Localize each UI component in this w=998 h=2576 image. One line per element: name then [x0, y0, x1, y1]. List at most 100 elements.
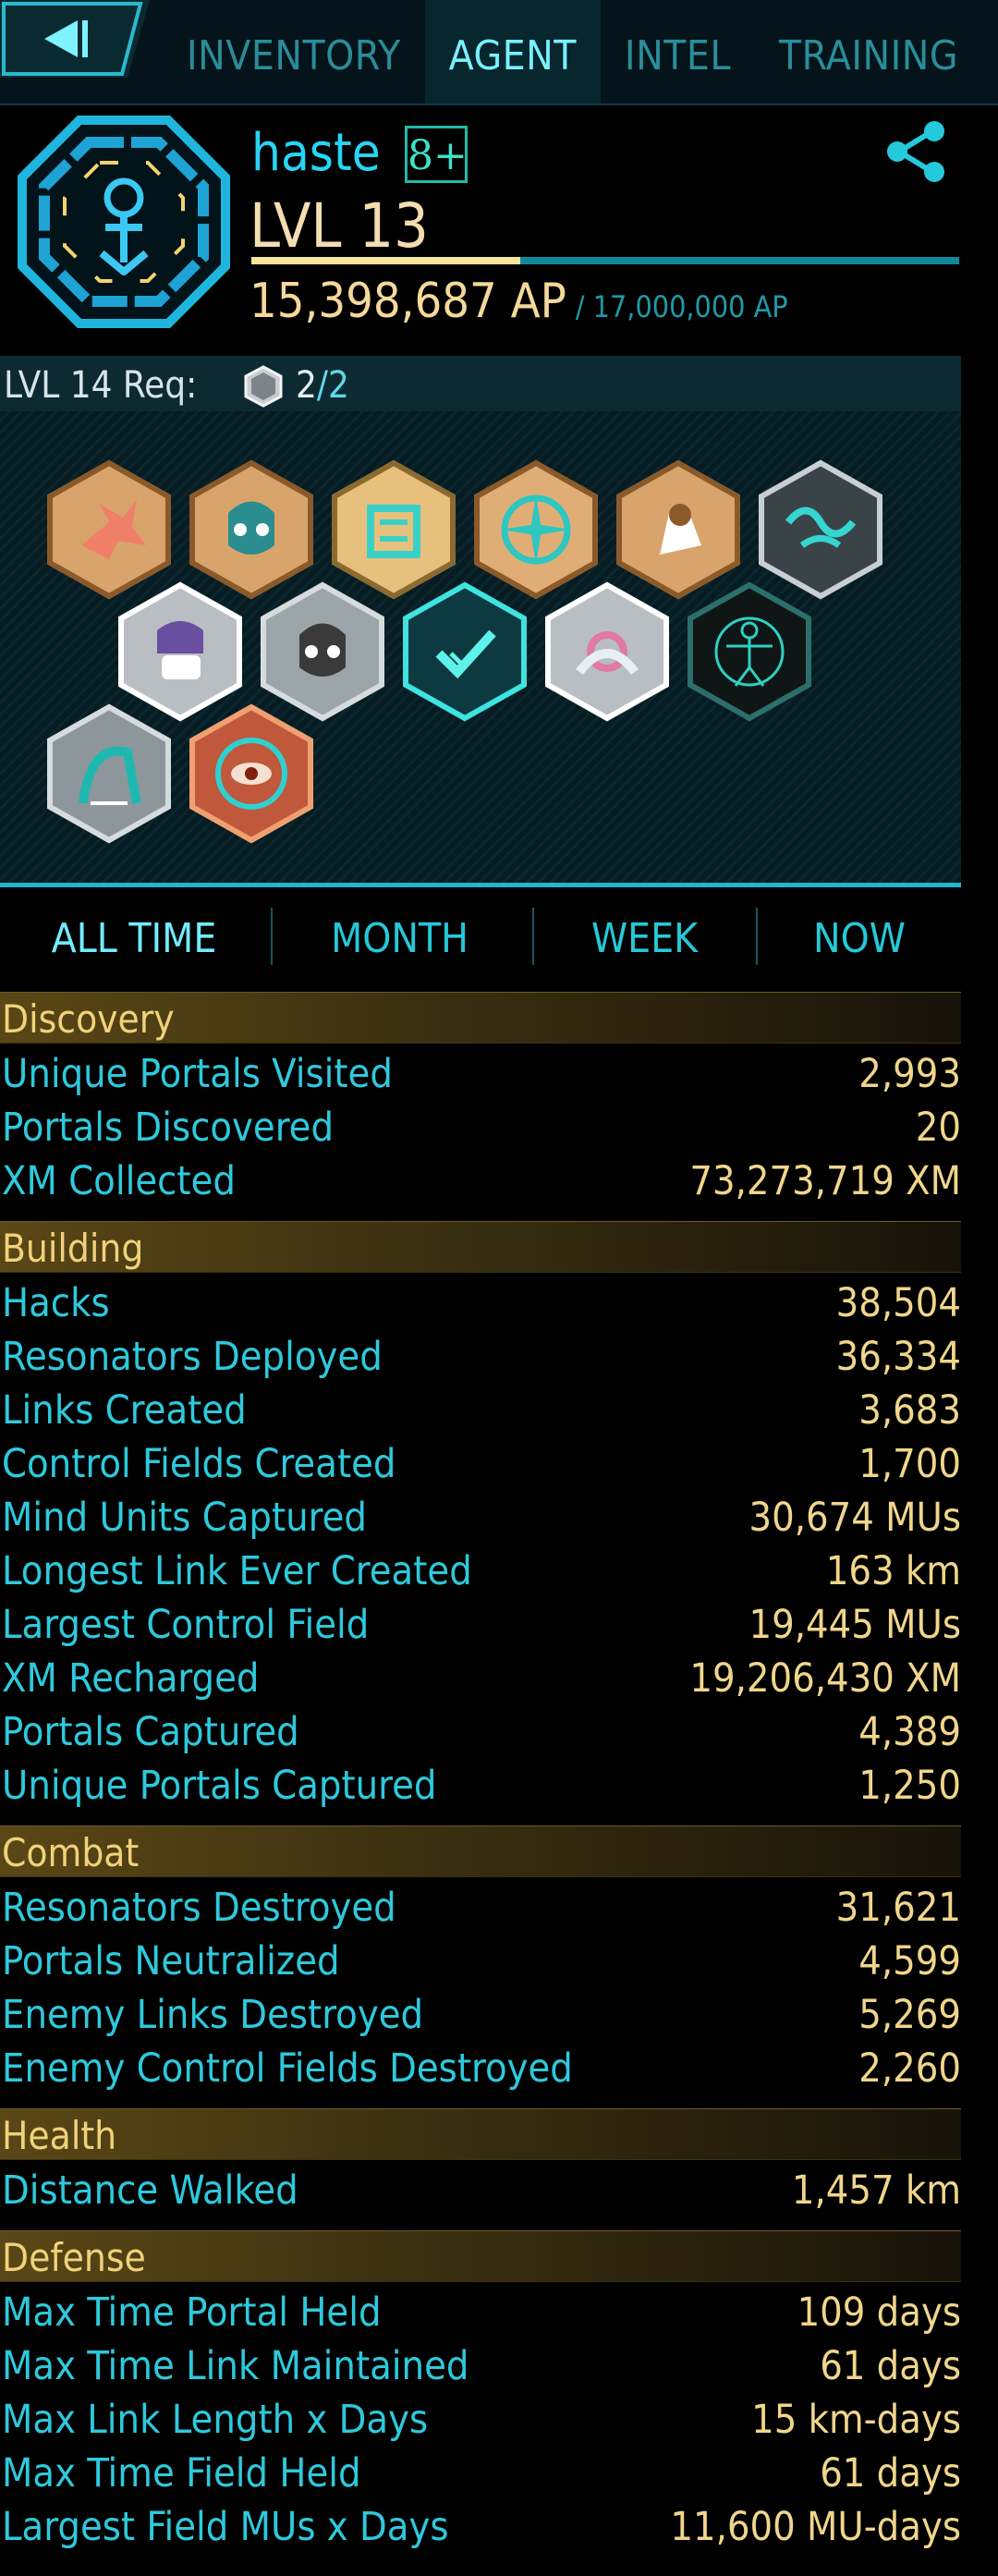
stat-label: Unique Portals Captured	[2, 1763, 437, 1809]
stat-label: Max Time Portal Held	[2, 2289, 382, 2336]
stats-section-building: Building Hacks 38,504 Resonators Deployed 36…	[0, 1221, 961, 1813]
medal-12-icon[interactable]	[44, 702, 174, 846]
stat-value: 20	[915, 1105, 961, 1151]
requirement-separator: /	[316, 364, 329, 407]
stat-value: 30,674 MUs	[748, 1495, 961, 1541]
stat-value: 1,457 km	[791, 2167, 961, 2214]
stat-value: 19,445 MUs	[748, 1602, 961, 1648]
stats-list: Discovery Unique Portals Visited 2,993 Port…	[0, 992, 961, 2567]
section-header: Defense	[0, 2230, 961, 2282]
stat-value: 61 days	[820, 2343, 961, 2389]
stats-section-discovery: Discovery Unique Portals Visited 2,993 Port…	[0, 992, 961, 1208]
stat-value: 2,993	[858, 1051, 961, 1097]
stat-row: Max Time Link Maintained 61 days	[0, 2339, 961, 2393]
back-triangle-icon[interactable]	[0, 0, 150, 78]
time-tab-week[interactable]: WEEK	[531, 889, 758, 982]
time-tab-all-time[interactable]: ALL TIME	[0, 889, 268, 982]
stat-row: Longest Link Ever Created 163 km	[0, 1544, 961, 1598]
level-requirement-bar: LVL 14 Req: 2/2	[0, 356, 961, 411]
stat-row: Enemy Control Fields Destroyed 2,260	[0, 2042, 961, 2095]
section-header: Building	[0, 1221, 961, 1273]
nav-tab-training[interactable]: TRAINING	[755, 0, 982, 104]
stat-label: Distance Walked	[2, 2167, 298, 2214]
stat-label: Max Link Length x Days	[2, 2397, 429, 2443]
nav-tab-list: INVENTORYAGENTINTELTRAININGP	[163, 0, 998, 104]
stat-value: 109 days	[797, 2289, 961, 2336]
nav-tab-p[interactable]: P	[982, 0, 998, 104]
stats-section-combat: Combat Resonators Destroyed 31,621 Portals …	[0, 1825, 961, 2095]
nav-tab-inventory[interactable]: INVENTORY	[163, 0, 425, 104]
time-tab-divider	[532, 908, 534, 965]
stat-row: XM Recharged 19,206,430 XM	[0, 1652, 961, 1705]
stat-label: Hacks	[2, 1280, 110, 1326]
stat-row: Resonators Deployed 36,334	[0, 1330, 961, 1384]
stat-label: Resonators Deployed	[2, 1334, 383, 1380]
stat-value: 31,621	[835, 1885, 961, 1931]
stat-label: XM Collected	[2, 1158, 236, 1204]
stat-row: Max Time Field Held 61 days	[0, 2447, 961, 2500]
stat-row: XM Collected 73,273,719 XM	[0, 1154, 961, 1208]
stat-label: Links Created	[2, 1387, 247, 1434]
stat-label: Portals Captured	[2, 1709, 299, 1755]
stat-row: Resonators Destroyed 31,621	[0, 1881, 961, 1935]
stat-row: Hacks 38,504	[0, 1276, 961, 1330]
google-plus-badge[interactable]: 8+	[405, 126, 468, 183]
stat-row: Max Link Length x Days 15 km-days	[0, 2393, 961, 2447]
ap-max: / 17,000,000 AP	[575, 289, 788, 324]
stat-value: 61 days	[820, 2450, 961, 2497]
time-range-tabs: ALL TIME MONTH WEEK NOW	[0, 889, 961, 982]
stat-value: 3,683	[858, 1387, 961, 1434]
requirement-label: LVL 14 Req:	[4, 364, 198, 407]
stat-label: XM Recharged	[2, 1655, 260, 1702]
stat-label: Largest Field MUs x Days	[2, 2504, 449, 2550]
stat-row: Distance Walked 1,457 km	[0, 2164, 961, 2217]
stat-value: 11,600 MU-days	[670, 2504, 961, 2550]
stat-row: Max Time Portal Held 109 days	[0, 2286, 961, 2339]
requirement-count: 2/2	[296, 356, 349, 415]
stat-value: 1,700	[858, 1441, 961, 1487]
stat-label: Unique Portals Visited	[2, 1051, 393, 1097]
stats-section-defense: Defense Max Time Portal Held 109 days Max T…	[0, 2230, 961, 2554]
stat-label: Longest Link Ever Created	[2, 1548, 472, 1594]
nav-tab-intel[interactable]: INTEL	[601, 0, 755, 104]
stat-row: Largest Control Field 19,445 MUs	[0, 1598, 961, 1652]
stat-value: 4,389	[858, 1709, 961, 1755]
medal-13-icon[interactable]	[187, 702, 316, 846]
time-tab-divider	[271, 908, 273, 965]
stats-section-health: Health Distance Walked 1,457 km	[0, 2108, 961, 2217]
medal-11-icon[interactable]	[685, 580, 814, 724]
stat-value: 15 km-days	[751, 2397, 961, 2443]
stat-value: 163 km	[825, 1548, 961, 1594]
stat-value: 1,250	[858, 1763, 961, 1809]
time-tab-month[interactable]: MONTH	[268, 889, 531, 982]
stat-row: Portals Captured 4,389	[0, 1705, 961, 1759]
stat-row: Largest Field MUs x Days 11,600 MU-days	[0, 2500, 961, 2554]
stat-value: 73,273,719 XM	[689, 1158, 961, 1204]
stat-label: Max Time Field Held	[2, 2450, 361, 2497]
stat-row: Links Created 3,683	[0, 1384, 961, 1437]
stat-label: Largest Control Field	[2, 1602, 370, 1648]
section-header: Discovery	[0, 992, 961, 1044]
level-progress-bar	[251, 257, 959, 264]
stat-label: Resonators Destroyed	[2, 1885, 396, 1931]
medal-9-icon[interactable]	[400, 580, 529, 724]
hexagon-medal-icon	[244, 365, 283, 408]
requirement-current: 2	[296, 364, 317, 407]
ap-value: 15,398,687 AP	[250, 274, 566, 329]
time-tab-now[interactable]: NOW	[758, 889, 961, 982]
requirement-total: 2	[328, 364, 349, 407]
stat-label: Mind Units Captured	[2, 1495, 367, 1541]
stat-label: Max Time Link Maintained	[2, 2343, 469, 2389]
share-icon[interactable]	[882, 118, 949, 185]
stat-value: 19,206,430 XM	[689, 1655, 961, 1702]
stat-row: Enemy Links Destroyed 5,269	[0, 1988, 961, 2042]
medal-10-icon[interactable]	[542, 580, 672, 724]
level-progress-fill	[251, 257, 521, 264]
nav-tab-agent[interactable]: AGENT	[424, 0, 601, 104]
stat-value: 5,269	[858, 1992, 961, 2038]
stat-row: Control Fields Created 1,700	[0, 1437, 961, 1491]
stat-label: Enemy Control Fields Destroyed	[2, 2045, 573, 2092]
medal-grid	[0, 411, 961, 887]
ap-line: 15,398,687 AP / 17,000,000 AP	[250, 270, 788, 344]
stat-label: Control Fields Created	[2, 1441, 396, 1487]
